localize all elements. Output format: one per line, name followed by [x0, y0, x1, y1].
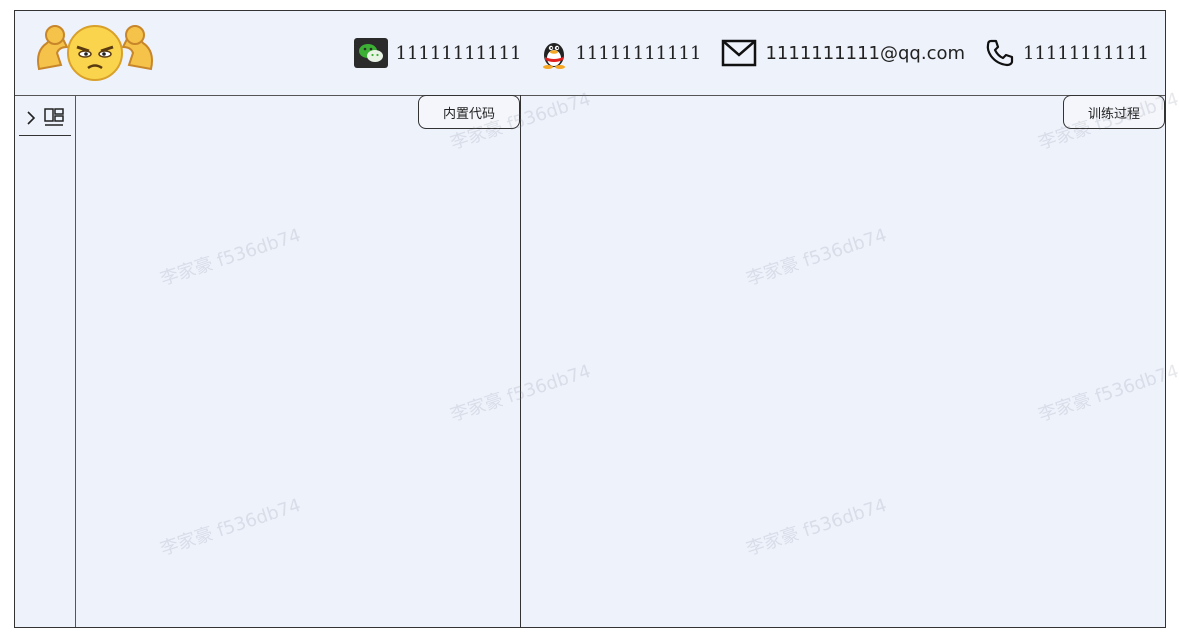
qq-icon — [541, 37, 567, 69]
wechat-number: 11111111111 — [395, 42, 522, 64]
training-process-panel: 训练过程 — [521, 95, 1165, 627]
contact-qq[interactable]: 11111111111 — [541, 37, 701, 69]
contact-email[interactable]: 1111111111@qq.com — [721, 39, 965, 67]
phone-icon — [985, 38, 1015, 68]
logo-emoji — [37, 25, 153, 81]
builtin-code-panel: 内置代码 — [75, 95, 521, 627]
phone-number: 11111111111 — [1023, 42, 1149, 64]
app-frame: 11111111111 11111111111 1111111111@qq.co… — [14, 10, 1179, 628]
sidebar-toggle-button[interactable] — [19, 101, 71, 136]
contact-wechat[interactable]: 11111111111 — [353, 38, 522, 68]
header: 11111111111 11111111111 1111111111@qq.co… — [15, 11, 1165, 96]
sidebar — [15, 95, 76, 627]
contact-bar: 11111111111 11111111111 1111111111@qq.co… — [342, 11, 1149, 95]
training-process-button[interactable]: 训练过程 — [1063, 95, 1165, 129]
mail-icon — [721, 39, 757, 67]
layout-icon — [44, 108, 64, 128]
builtin-code-button[interactable]: 内置代码 — [418, 95, 520, 129]
qq-number: 11111111111 — [575, 42, 702, 64]
chevron-right-icon — [26, 110, 36, 126]
wechat-icon — [353, 38, 388, 68]
email-address: 1111111111@qq.com — [765, 42, 966, 64]
contact-phone[interactable]: 11111111111 — [985, 38, 1149, 68]
